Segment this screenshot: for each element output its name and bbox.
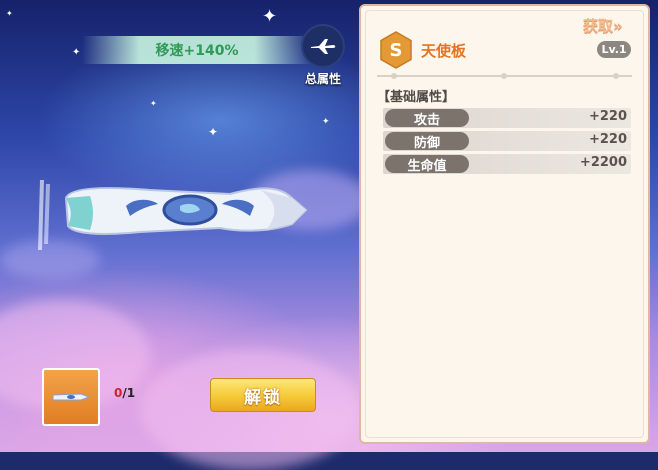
- skateboard-icon: [52, 393, 91, 401]
- divider-dot: [501, 73, 507, 79]
- rank-letter: S: [389, 39, 403, 61]
- item-detail-panel: 获取» S 天使板 Lv.1 【基础属性】 攻击 +220 防御 +220 生命…: [359, 4, 650, 444]
- star-icon: ✦: [208, 125, 219, 139]
- divider-dot: [613, 73, 619, 79]
- total-attributes-button[interactable]: 总属性: [298, 24, 348, 86]
- stat-label: 生命值: [385, 155, 469, 174]
- item-count-total: /1: [122, 386, 136, 400]
- star-icon: ✦: [72, 47, 81, 58]
- stat-value: +2200: [579, 155, 627, 170]
- speed-bonus-text: 移速+140%: [155, 43, 239, 59]
- stat-value: +220: [588, 132, 627, 147]
- item-count: 0/1: [114, 386, 135, 400]
- get-link[interactable]: 获取»: [583, 15, 623, 36]
- star-icon: ✦: [150, 99, 157, 108]
- rank-badge: S: [379, 31, 413, 69]
- level-badge: Lv.1: [597, 41, 631, 58]
- divider-dot: [391, 73, 397, 79]
- divider: [377, 73, 632, 79]
- unlock-button[interactable]: 解锁: [210, 378, 316, 412]
- star-icon: ✦: [322, 117, 330, 127]
- item-slot[interactable]: [42, 368, 100, 426]
- stat-row: 生命值 +2200: [383, 154, 631, 174]
- stat-row: 攻击 +220: [383, 108, 631, 128]
- section-title: 【基础属性】: [377, 90, 456, 105]
- stat-label: 攻击: [385, 109, 469, 128]
- airplane-icon: [301, 24, 345, 68]
- stat-label: 防御: [385, 132, 469, 151]
- item-name: 天使板: [421, 42, 467, 60]
- skateboard-image: [30, 170, 320, 260]
- stat-row: 防御 +220: [383, 131, 631, 151]
- stat-value: +220: [588, 109, 627, 124]
- total-attributes-label: 总属性: [304, 72, 341, 86]
- star-icon: ✦: [6, 9, 13, 18]
- speed-bonus-banner: 移速+140%: [82, 36, 312, 64]
- star-icon: ✦: [262, 6, 278, 27]
